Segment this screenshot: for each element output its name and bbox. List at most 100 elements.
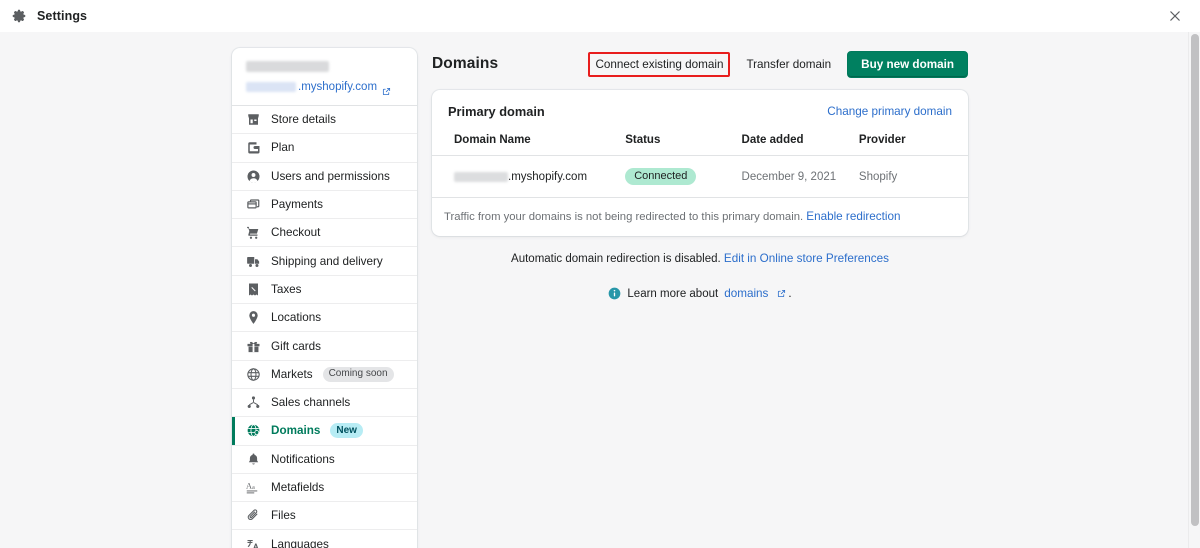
sidebar-item-label: Domains xyxy=(271,424,320,437)
card-title: Primary domain xyxy=(448,104,545,119)
sidebar-item-taxes[interactable]: Taxes xyxy=(232,276,417,304)
card-footer: Traffic from your domains is not being r… xyxy=(432,198,968,236)
sidebar-item-plan[interactable]: Plan xyxy=(232,134,417,162)
close-icon xyxy=(1168,9,1182,23)
primary-domain-card: Primary domain Change primary domain Dom… xyxy=(432,90,968,236)
sidebar-item-checkout[interactable]: Checkout xyxy=(232,219,417,247)
store-subdomain-redacted xyxy=(246,82,296,92)
sidebar-item-label: Notifications xyxy=(271,453,335,466)
cell-date-added: December 9, 2021 xyxy=(742,156,859,198)
store-header: .myshopify.com xyxy=(232,48,417,106)
main-header: Domains Connect existing domain Transfer… xyxy=(432,48,968,80)
domain-name-wrap: .myshopify.com xyxy=(454,171,625,183)
sidebar-item-label: Gift cards xyxy=(271,340,321,353)
redirect-status-text: Traffic from your domains is not being r… xyxy=(444,211,803,223)
svg-text:A: A xyxy=(246,482,252,491)
cell-status: Connected xyxy=(625,156,741,198)
sidebar-item-label: Store details xyxy=(271,113,336,126)
page-scrollbar[interactable] xyxy=(1188,32,1200,548)
globe-pin-icon xyxy=(246,423,261,438)
settings-sidebar: .myshopify.com Store details Plan xyxy=(232,48,417,548)
sidebar-item-label: Checkout xyxy=(271,226,320,239)
sidebar-item-label: Shipping and delivery xyxy=(271,255,383,268)
auto-redirection-note: Automatic domain redirection is disabled… xyxy=(432,252,968,265)
storefront-icon xyxy=(246,112,261,127)
sidebar-item-label: Markets xyxy=(271,368,313,381)
table-head: Domain Name Status Date added Provider xyxy=(432,129,968,156)
table-header-row: Domain Name Status Date added Provider xyxy=(432,129,968,156)
window-title: Settings xyxy=(37,9,87,23)
card-header: Primary domain Change primary domain xyxy=(432,90,968,129)
external-link-icon xyxy=(777,289,786,298)
column-header-provider: Provider xyxy=(859,129,968,156)
person-icon xyxy=(246,169,261,184)
page-title: Domains xyxy=(432,55,498,73)
sidebar-item-label: Sales channels xyxy=(271,396,350,409)
sidebar-item-metafields[interactable]: Aa Metafields xyxy=(232,474,417,502)
sidebar-badge-coming-soon: Coming soon xyxy=(323,367,394,382)
info-icon xyxy=(608,287,621,300)
domain-prefix-redacted xyxy=(454,172,508,182)
edit-online-store-preferences-link[interactable]: Edit in Online store Preferences xyxy=(724,252,889,265)
sidebar-item-label: Plan xyxy=(271,141,294,154)
store-name-redacted xyxy=(246,61,329,72)
language-icon xyxy=(246,537,261,548)
paperclip-icon xyxy=(246,508,261,523)
enable-redirection-link[interactable]: Enable redirection xyxy=(806,210,900,223)
channels-icon xyxy=(246,395,261,410)
sidebar-item-store-details[interactable]: Store details xyxy=(232,106,417,134)
scrollbar-thumb[interactable] xyxy=(1191,34,1199,526)
column-header-domain-name: Domain Name xyxy=(432,129,625,156)
sidebar-item-markets[interactable]: Markets Coming soon xyxy=(232,361,417,389)
close-button[interactable] xyxy=(1158,0,1192,32)
receipt-icon xyxy=(246,282,261,297)
page-inner: .myshopify.com Store details Plan xyxy=(0,32,1188,548)
sidebar-item-locations[interactable]: Locations xyxy=(232,304,417,332)
buy-new-domain-button[interactable]: Buy new domain xyxy=(847,51,968,78)
globe-icon xyxy=(246,367,261,382)
sidebar-item-label: Metafields xyxy=(271,481,324,494)
gift-icon xyxy=(246,339,261,354)
sidebar-item-sales-channels[interactable]: Sales channels xyxy=(232,389,417,417)
sidebar-item-gift-cards[interactable]: Gift cards xyxy=(232,332,417,360)
learn-more-prefix: Learn more about xyxy=(627,288,718,300)
sidebar-item-domains[interactable]: Domains New xyxy=(232,417,417,445)
sidebar-item-files[interactable]: Files xyxy=(232,502,417,530)
location-pin-icon xyxy=(246,310,261,325)
cell-domain-name: .myshopify.com xyxy=(432,156,625,198)
domains-help-link[interactable]: domains xyxy=(724,287,768,300)
transfer-domain-button[interactable]: Transfer domain xyxy=(742,55,835,74)
column-header-date-added: Date added xyxy=(742,129,859,156)
sidebar-item-notifications[interactable]: Notifications xyxy=(232,446,417,474)
sidebar-item-payments[interactable]: Payments xyxy=(232,191,417,219)
store-url-row[interactable]: .myshopify.com xyxy=(246,81,403,93)
connect-existing-domain-button[interactable]: Connect existing domain xyxy=(591,55,727,74)
sidebar-item-label: Locations xyxy=(271,311,321,324)
learn-more-suffix: . xyxy=(788,288,791,300)
external-link-icon xyxy=(382,83,391,92)
table-body: .myshopify.com Connected December 9, 202… xyxy=(432,156,968,198)
sidebar-item-users-and-permissions[interactable]: Users and permissions xyxy=(232,163,417,191)
settings-page: .myshopify.com Store details Plan xyxy=(0,32,1200,548)
change-primary-domain-link[interactable]: Change primary domain xyxy=(827,105,952,118)
header-actions: Connect existing domain Transfer domain … xyxy=(588,51,968,78)
column-header-status: Status xyxy=(625,129,741,156)
sidebar-item-label: Payments xyxy=(271,198,323,211)
sidebar-item-languages[interactable]: Languages xyxy=(232,530,417,548)
learn-more-row: Learn more about domains . xyxy=(432,287,968,300)
sidebar-item-label: Files xyxy=(271,509,296,522)
svg-text:a: a xyxy=(252,485,255,491)
titlebar-left: Settings xyxy=(0,8,87,24)
auto-redirection-text: Automatic domain redirection is disabled… xyxy=(511,253,721,265)
sidebar-item-label: Taxes xyxy=(271,283,302,296)
sidebar-badge-new: New xyxy=(330,423,363,438)
card-icon xyxy=(246,197,261,212)
bell-icon xyxy=(246,452,261,467)
sidebar-item-shipping-and-delivery[interactable]: Shipping and delivery xyxy=(232,247,417,275)
table-row[interactable]: .myshopify.com Connected December 9, 202… xyxy=(432,156,968,198)
sidebar-item-label: Users and permissions xyxy=(271,170,390,183)
store-domain-suffix: .myshopify.com xyxy=(298,81,377,93)
domains-table: Domain Name Status Date added Provider .… xyxy=(432,129,968,198)
cell-provider: Shopify xyxy=(859,156,968,198)
gear-icon xyxy=(11,8,27,24)
